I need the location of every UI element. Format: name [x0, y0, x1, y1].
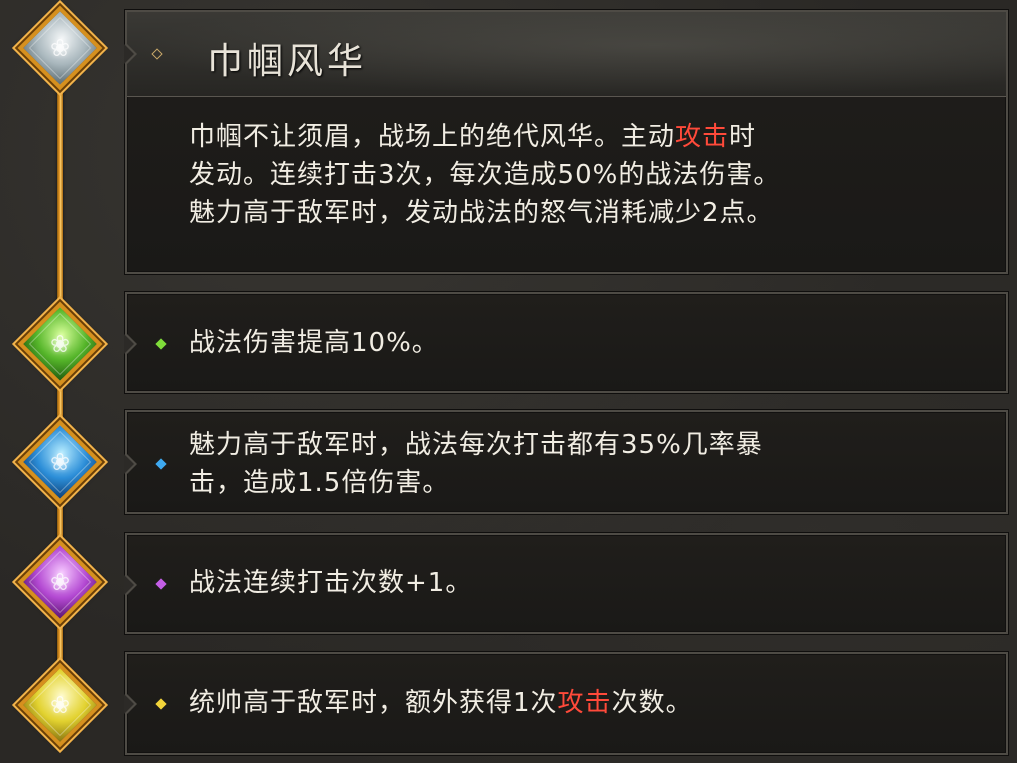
skill-panel: 巾帼风华 巾帼不让须眉，战场上的绝代风华。主动攻击时 发动。连续打击3次，每次造… [124, 10, 1008, 274]
panel-arrow-icon [124, 692, 137, 716]
title-diamond-icon [151, 48, 163, 60]
skill-title: 巾帼风华 [207, 41, 368, 82]
description-line-3: 魅力高于敌军时，发动战法的怒气消耗减少2点。 [189, 198, 774, 228]
upgrade-text: 次数。 [611, 688, 693, 718]
blue-diamond-icon [155, 458, 167, 470]
upgrade-text-3: 战法连续打击次数+1。 [189, 568, 473, 598]
upgrade-panel-3: 战法连续打击次数+1。 [124, 533, 1008, 634]
upgrade-text-line: 击，造成1.5倍伤害。 [189, 468, 450, 498]
description-text: 时 [729, 122, 757, 152]
upgrade-text-line: 魅力高于敌军时，战法每次打击都有35%几率暴 [189, 430, 763, 460]
panel-arrow-icon [124, 452, 137, 476]
upgrade-panel-4: 统帅高于敌军时，额外获得1次攻击次数。 [124, 652, 1008, 755]
purple-diamond-icon [155, 578, 167, 590]
description-line-1: 巾帼不让须眉，战场上的绝代风华。主动攻击时 [189, 118, 979, 156]
upgrade-text: 统帅高于敌军时，额外获得1次 [189, 688, 558, 718]
skill-title-bar: 巾帼风华 [127, 12, 1006, 97]
upgrade-panel-2: 魅力高于敌军时，战法每次打击都有35%几率暴 击，造成1.5倍伤害。 [124, 410, 1008, 514]
yellow-diamond-icon [155, 698, 167, 710]
description-text: 巾帼不让须眉，战场上的绝代风华。主动 [189, 122, 676, 152]
panel-arrow-icon [124, 42, 137, 66]
skill-description: 巾帼不让须眉，战场上的绝代风华。主动攻击时 发动。连续打击3次，每次造成50%的… [189, 118, 979, 232]
panel-arrow-icon [124, 332, 137, 356]
description-line-2: 发动。连续打击3次，每次造成50%的战法伤害。 [189, 160, 781, 190]
attack-keyword: 攻击 [675, 122, 730, 152]
upgrade-text-4: 统帅高于敌军时，额外获得1次攻击次数。 [189, 684, 979, 722]
upgrade-panel-1: 战法伤害提高10%。 [124, 292, 1008, 393]
green-diamond-icon [155, 338, 167, 350]
attack-keyword: 攻击 [557, 688, 612, 718]
panel-arrow-icon [124, 573, 137, 597]
upgrade-text-2: 魅力高于敌军时，战法每次打击都有35%几率暴 击，造成1.5倍伤害。 [189, 426, 979, 502]
upgrade-text-1: 战法伤害提高10%。 [189, 328, 439, 358]
